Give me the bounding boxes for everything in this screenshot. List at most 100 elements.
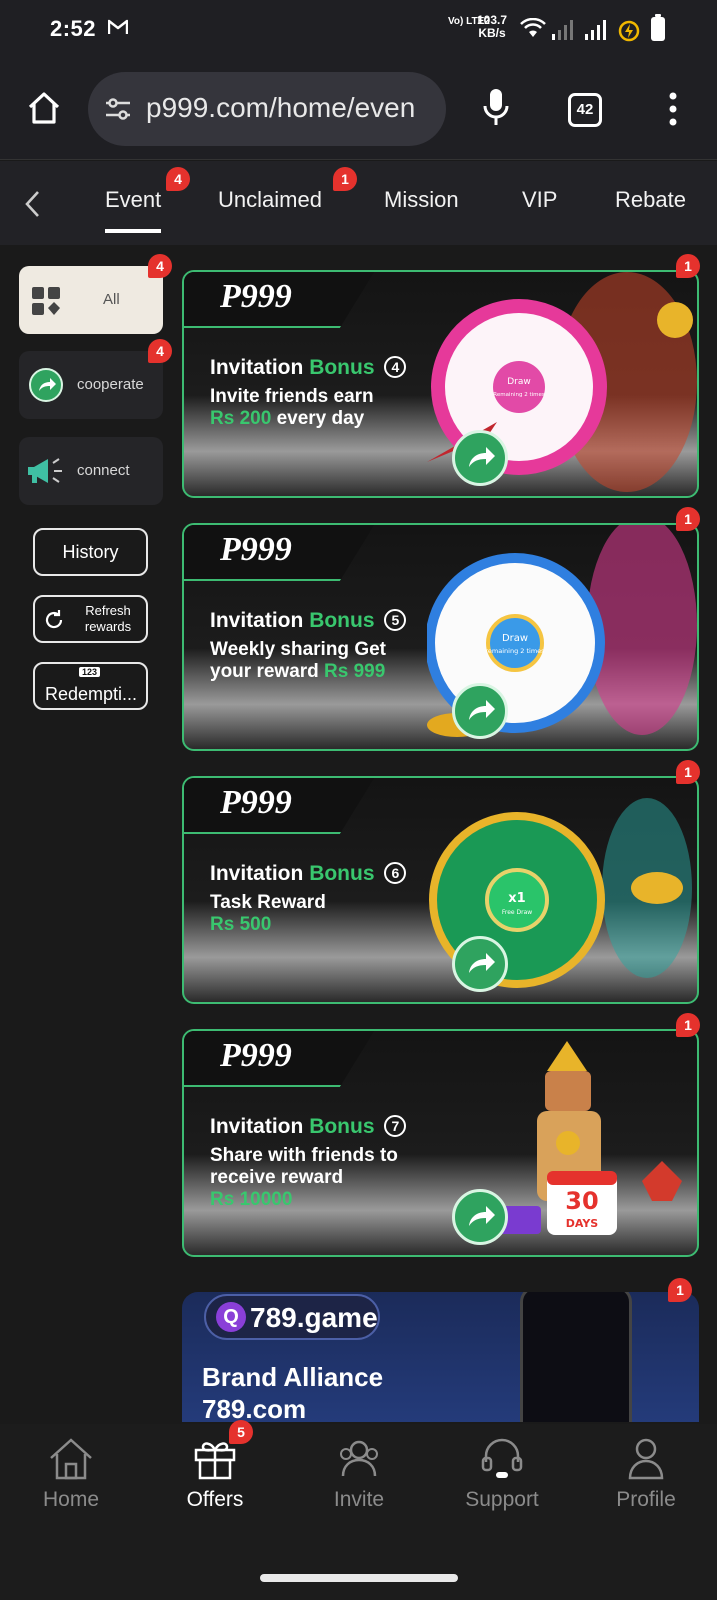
- refresh-rewards-button[interactable]: Refresh rewards: [33, 595, 148, 643]
- card-logo-tab: P999: [184, 272, 374, 328]
- url-text[interactable]: p999.com/home/even: [146, 92, 436, 124]
- event-tabs: Event 4 Unclaimed 1 Mission VIP Rebate: [0, 161, 717, 245]
- category-cooperate-badge: 4: [148, 339, 172, 363]
- card-logo-tab: P999: [184, 525, 374, 581]
- brand-alliance-card[interactable]: Q 789.game Brand Alliance 789.com: [182, 1292, 699, 1422]
- grid-icon: [31, 286, 61, 321]
- card-badge: 1: [668, 1278, 692, 1302]
- event-card-invitation-5[interactable]: P999 Invitation Bonus 5 Weekly sharing G…: [182, 523, 699, 751]
- card-amount: Rs 10000: [210, 1189, 293, 1210]
- card-title-highlight: Bonus: [309, 609, 375, 632]
- calendar-word: DAYS: [566, 1217, 599, 1230]
- tab-label: Mission: [384, 187, 459, 212]
- share-icon[interactable]: [452, 936, 508, 992]
- brand-logo-mark: Q: [216, 1302, 246, 1332]
- person-icon: [628, 1438, 664, 1480]
- gmail-icon: [107, 18, 129, 41]
- nav-label: Support: [465, 1488, 539, 1511]
- card-description: Share with friends to receive reward Rs …: [210, 1145, 430, 1211]
- event-card-invitation-7[interactable]: P999 Invitation Bonus 7 Share with frien…: [182, 1029, 699, 1257]
- gesture-home-bar[interactable]: [260, 1574, 458, 1582]
- brand-domain: 789.com: [202, 1394, 307, 1422]
- tab-event[interactable]: Event: [105, 187, 162, 233]
- nav-home[interactable]: Home: [16, 1436, 126, 1512]
- power-saver-icon: [618, 20, 640, 47]
- wheel-center-label: x1: [508, 891, 525, 906]
- nav-invite[interactable]: Invite: [304, 1436, 414, 1512]
- card-description: Task Reward Rs 500: [210, 892, 430, 936]
- redemption-button[interactable]: 123 Redempti...: [33, 662, 148, 710]
- tab-event-badge: 4: [166, 167, 190, 191]
- status-time: 2:52: [50, 16, 97, 41]
- calendar-number: 30: [565, 1187, 598, 1215]
- event-card-invitation-6[interactable]: P999 Invitation Bonus 6 Task Reward Rs 5…: [182, 776, 699, 1004]
- card-number: 5: [384, 609, 407, 631]
- tab-unclaimed[interactable]: Unclaimed: [218, 187, 322, 213]
- site-settings-icon[interactable]: [104, 96, 132, 127]
- speed-value: 103.7: [477, 13, 508, 27]
- tab-mission[interactable]: Mission: [384, 187, 459, 213]
- tab-switcher-button[interactable]: 42: [568, 93, 602, 127]
- bottom-navigation: Home Offers 5 Invite Support Profile: [0, 1420, 717, 1550]
- nav-profile[interactable]: Profile: [591, 1436, 701, 1512]
- signal-weak-icon: [552, 20, 574, 45]
- card-logo-tab: P999: [184, 778, 374, 834]
- nav-support[interactable]: Support: [447, 1436, 557, 1512]
- event-card-invitation-4[interactable]: P999 Invitation Bonus 4 Invite friends e…: [182, 270, 699, 498]
- category-label: All: [103, 291, 120, 308]
- brand-pill-logo: Q 789.game: [204, 1294, 380, 1340]
- card-description: Weekly sharing Get your reward Rs 999: [210, 639, 430, 683]
- card-badge: 1: [676, 760, 700, 784]
- nav-offers[interactable]: Offers: [160, 1436, 270, 1512]
- wheel-center-label: Draw: [502, 633, 528, 644]
- category-all[interactable]: All: [19, 266, 163, 334]
- category-cooperate[interactable]: cooperate: [19, 351, 163, 419]
- p999-logo: P999: [220, 531, 292, 568]
- network-speed: 103.7 KB/s: [477, 14, 507, 40]
- refresh-icon: [43, 609, 65, 636]
- wheel-center-label: Draw: [507, 377, 531, 387]
- wheel-center-sublabel: remaining 2 times: [485, 647, 545, 655]
- share-icon[interactable]: [452, 430, 508, 486]
- browser-home-button[interactable]: [26, 90, 62, 131]
- address-bar[interactable]: p999.com/home/even: [88, 72, 446, 146]
- back-arrow-icon[interactable]: [22, 189, 42, 224]
- battery-icon: [651, 14, 665, 41]
- category-label: cooperate: [77, 376, 144, 393]
- card-amount: Rs 200: [210, 408, 272, 429]
- tab-unclaimed-badge: 1: [333, 167, 357, 191]
- refresh-label: Refresh rewards: [77, 603, 139, 635]
- card-description: Invite friends earn Rs 200 every day: [210, 386, 430, 430]
- nav-label: Profile: [616, 1488, 676, 1511]
- phone-mockup-illustration: [520, 1292, 632, 1422]
- tab-label: Unclaimed: [218, 187, 322, 212]
- speed-unit: KB/s: [478, 26, 506, 40]
- nav-offers-badge: 5: [229, 1420, 253, 1444]
- share-icon[interactable]: [452, 1189, 508, 1245]
- tab-vip[interactable]: VIP: [522, 187, 557, 213]
- megaphone-icon: [25, 457, 65, 490]
- refresh-label-line1: Refresh: [85, 603, 131, 618]
- status-bar: 2:52 Vo) LTE2 103.7 KB/s: [0, 0, 717, 60]
- card-badge: 1: [676, 507, 700, 531]
- brand-title: Brand Alliance: [202, 1362, 384, 1392]
- card-number: 4: [384, 356, 407, 378]
- card-title-prefix: Invitation: [210, 609, 304, 632]
- card-title-highlight: Bonus: [309, 862, 375, 885]
- wifi-icon: [520, 17, 546, 43]
- overflow-menu-icon[interactable]: [668, 92, 678, 131]
- share-icon[interactable]: [452, 683, 508, 739]
- history-label: History: [62, 542, 119, 562]
- microphone-icon[interactable]: [482, 88, 510, 133]
- wheel-center-sublabel: Free Draw: [502, 909, 532, 916]
- tab-rebate[interactable]: Rebate: [615, 187, 686, 213]
- redeem-code-icon: 123: [79, 667, 101, 677]
- nav-label: Home: [42, 1488, 100, 1511]
- history-button[interactable]: History: [33, 528, 148, 576]
- card-logo-tab: P999: [184, 1031, 374, 1087]
- card-amount: Rs 500: [210, 914, 272, 935]
- category-connect[interactable]: connect: [19, 437, 163, 505]
- tab-label: Event: [105, 187, 162, 212]
- signal-strong-icon: [585, 20, 607, 45]
- category-all-badge: 4: [148, 254, 172, 278]
